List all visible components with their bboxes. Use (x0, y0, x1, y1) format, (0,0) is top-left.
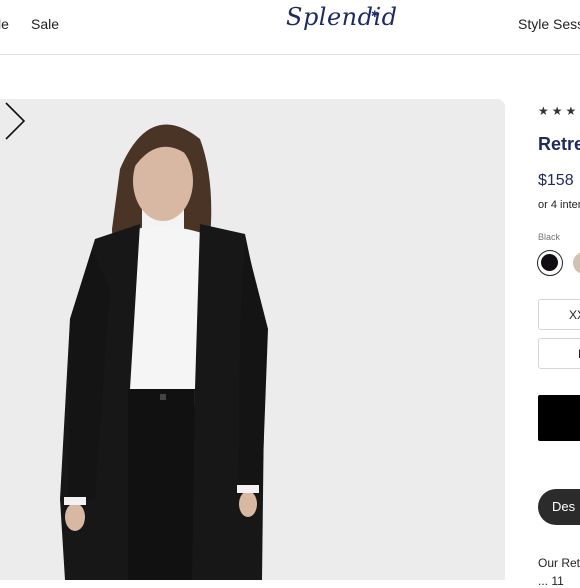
brand-logo[interactable]: Splendid (286, 3, 398, 31)
color-swatch-black[interactable] (537, 250, 563, 276)
size-option-l[interactable]: L (538, 338, 580, 369)
add-to-bag-button[interactable] (538, 395, 580, 441)
color-swatch-black-fill (541, 254, 558, 271)
site-header: le Sale Splendid ✱ Style Sessio (0, 0, 580, 55)
description-text-line2: ... 11 (538, 574, 564, 588)
color-swatch-tan[interactable] (573, 252, 580, 274)
nav-link-sale[interactable]: Sale (31, 16, 59, 32)
tab-description[interactable]: Des (538, 489, 580, 525)
rating-stars: ★★★ (538, 104, 580, 118)
chevron-right-icon[interactable] (0, 99, 30, 143)
nav-link-sale-partial[interactable]: le (0, 16, 9, 32)
size-label: XX (569, 308, 580, 322)
product-title: Retre (538, 134, 580, 154)
description-text: Our Retr (538, 556, 580, 570)
product-image (0, 99, 505, 580)
color-label: Black (538, 232, 561, 242)
model-illustration (0, 99, 505, 580)
size-option-xx[interactable]: XX (538, 299, 580, 330)
product-price: $158 (538, 172, 574, 189)
logo-star-icon: ✱ (371, 9, 379, 19)
installments-text: or 4 inter (538, 199, 580, 211)
tab-description-label: Des (552, 499, 576, 514)
nav-link-style-sessions[interactable]: Style Sessio (518, 16, 580, 32)
